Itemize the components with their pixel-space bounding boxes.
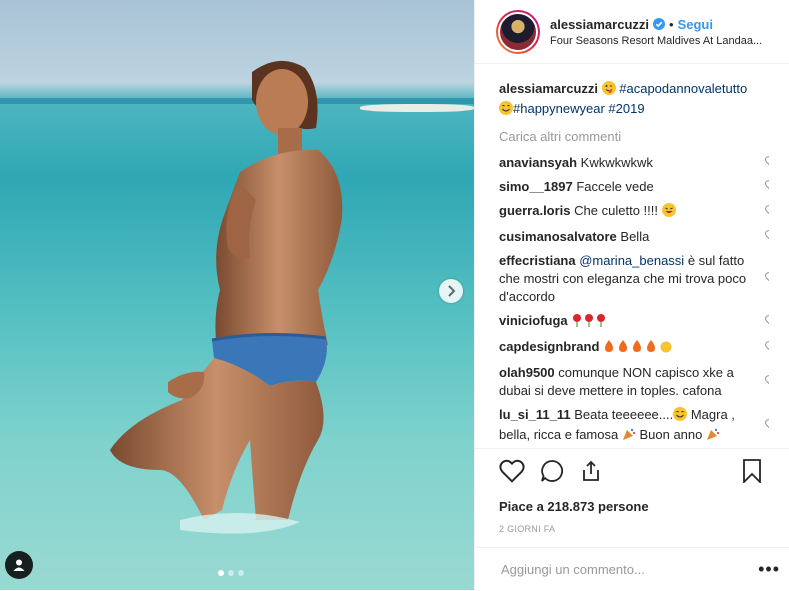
comment-item: capdesignbrand [499, 338, 769, 358]
add-comment-input[interactable] [499, 561, 759, 578]
comment-text: Bella [620, 229, 650, 244]
avatar[interactable] [496, 9, 540, 54]
comment-text: Beata teeeeee.... [574, 407, 674, 422]
comment-item: effecristiana @marina_benassi è sul fatt… [499, 252, 769, 306]
follow-button[interactable]: Segui [678, 17, 713, 32]
caption: alessiamarcuzzi #acapodannovaletutto #ha… [499, 80, 769, 120]
party-emoji-icon [622, 427, 636, 446]
post-photo[interactable] [0, 0, 474, 590]
load-more-comments-button[interactable]: Carica altri commenti [499, 128, 769, 146]
heart-icon[interactable] [765, 178, 769, 196]
add-comment-bar: ••• [475, 547, 789, 591]
chevron-right-icon [448, 285, 456, 297]
comment-username[interactable]: capdesignbrand [499, 339, 599, 354]
comment-username[interactable]: viniciofuga [499, 313, 568, 328]
comment-username[interactable]: cusimanosalvatore [499, 229, 617, 244]
heart-icon[interactable] [765, 313, 769, 331]
rose-emoji-icon [571, 313, 607, 332]
comment-item: guerra.loris Che culetto !!!! [499, 202, 769, 222]
comment-item: anaviansyah Kwkwkwkwk [499, 154, 769, 172]
separator-dot: • [669, 16, 674, 32]
comment-item: viniciofuga [499, 312, 769, 332]
comment-text: Che culetto !!!! [574, 203, 658, 218]
hashtag-link[interactable]: #acapodannovaletutto [619, 81, 747, 96]
comment-item: olah9500 comunque NON capisco xke a duba… [499, 364, 769, 400]
comment-item: cusimanosalvatore Bella [499, 228, 769, 246]
like-heart-icon[interactable] [499, 459, 525, 488]
location-link[interactable]: Four Seasons Resort Maldives At Landaa..… [550, 35, 762, 47]
winking-tongue-emoji-icon [601, 81, 616, 100]
heart-icon[interactable] [765, 203, 769, 221]
heart-icon[interactable] [765, 339, 769, 357]
mention-link[interactable]: @marina_benassi [579, 253, 684, 268]
party-emoji-icon [706, 427, 720, 446]
comment-username[interactable]: guerra.loris [499, 203, 571, 218]
heart-icon[interactable] [765, 417, 769, 435]
more-options-button[interactable]: ••• [758, 559, 780, 580]
carousel-dot [238, 570, 244, 576]
smiling-emoji-icon [499, 101, 513, 120]
verified-badge-icon [653, 18, 666, 30]
username-link[interactable]: alessiamarcuzzi [550, 17, 649, 32]
heart-icon[interactable] [765, 270, 769, 288]
heart-icon[interactable] [765, 228, 769, 246]
tagged-users-button[interactable] [5, 551, 33, 579]
comment-item: simo__1897 Faccele vede [499, 178, 769, 196]
carousel-dot [228, 570, 234, 576]
fire-emoji-icon [603, 339, 687, 358]
post-actions: Piace a 218.873 persone 2 GIORNI FA ••• [475, 448, 789, 591]
comment-username[interactable]: anaviansyah [499, 155, 577, 170]
comment-username[interactable]: effecristiana [499, 253, 576, 268]
comment-bubble-icon[interactable] [539, 459, 565, 488]
next-photo-button[interactable] [439, 279, 463, 303]
comment-username[interactable]: lu_si_11_11 [499, 407, 571, 422]
smiling-emoji-icon [673, 407, 688, 426]
comment-item: lu_si_11_11 Beata teeeeee.... Magra , be… [499, 406, 769, 446]
carousel-dot [218, 570, 224, 576]
comment-text: Buon anno [635, 427, 703, 442]
heart-icon[interactable] [765, 373, 769, 391]
post-panel: alessiamarcuzzi • Segui Four Seasons Res… [474, 0, 789, 590]
comment-username[interactable]: olah9500 [499, 365, 555, 380]
laughing-emoji-icon [661, 203, 676, 222]
person-icon [13, 559, 25, 571]
hashtag-link[interactable]: #happynewyear [513, 101, 605, 116]
bookmark-icon[interactable] [742, 458, 762, 488]
heart-icon[interactable] [765, 154, 769, 172]
post-header: alessiamarcuzzi • Segui Four Seasons Res… [475, 0, 789, 64]
likes-count[interactable]: Piace a 218.873 persone [475, 499, 789, 514]
woman-figure [110, 60, 343, 534]
caption-username[interactable]: alessiamarcuzzi [499, 81, 598, 96]
share-icon[interactable] [579, 459, 603, 488]
hashtag-link[interactable]: #2019 [608, 101, 644, 116]
comment-text: Kwkwkwkwk [580, 155, 653, 170]
post-timestamp[interactable]: 2 GIORNI FA [475, 524, 789, 534]
carousel-indicator [218, 570, 244, 576]
comments-list[interactable]: alessiamarcuzzi #acapodannovaletutto #ha… [499, 80, 769, 448]
comment-username[interactable]: simo__1897 [499, 179, 573, 194]
comment-text: Faccele vede [576, 179, 654, 194]
